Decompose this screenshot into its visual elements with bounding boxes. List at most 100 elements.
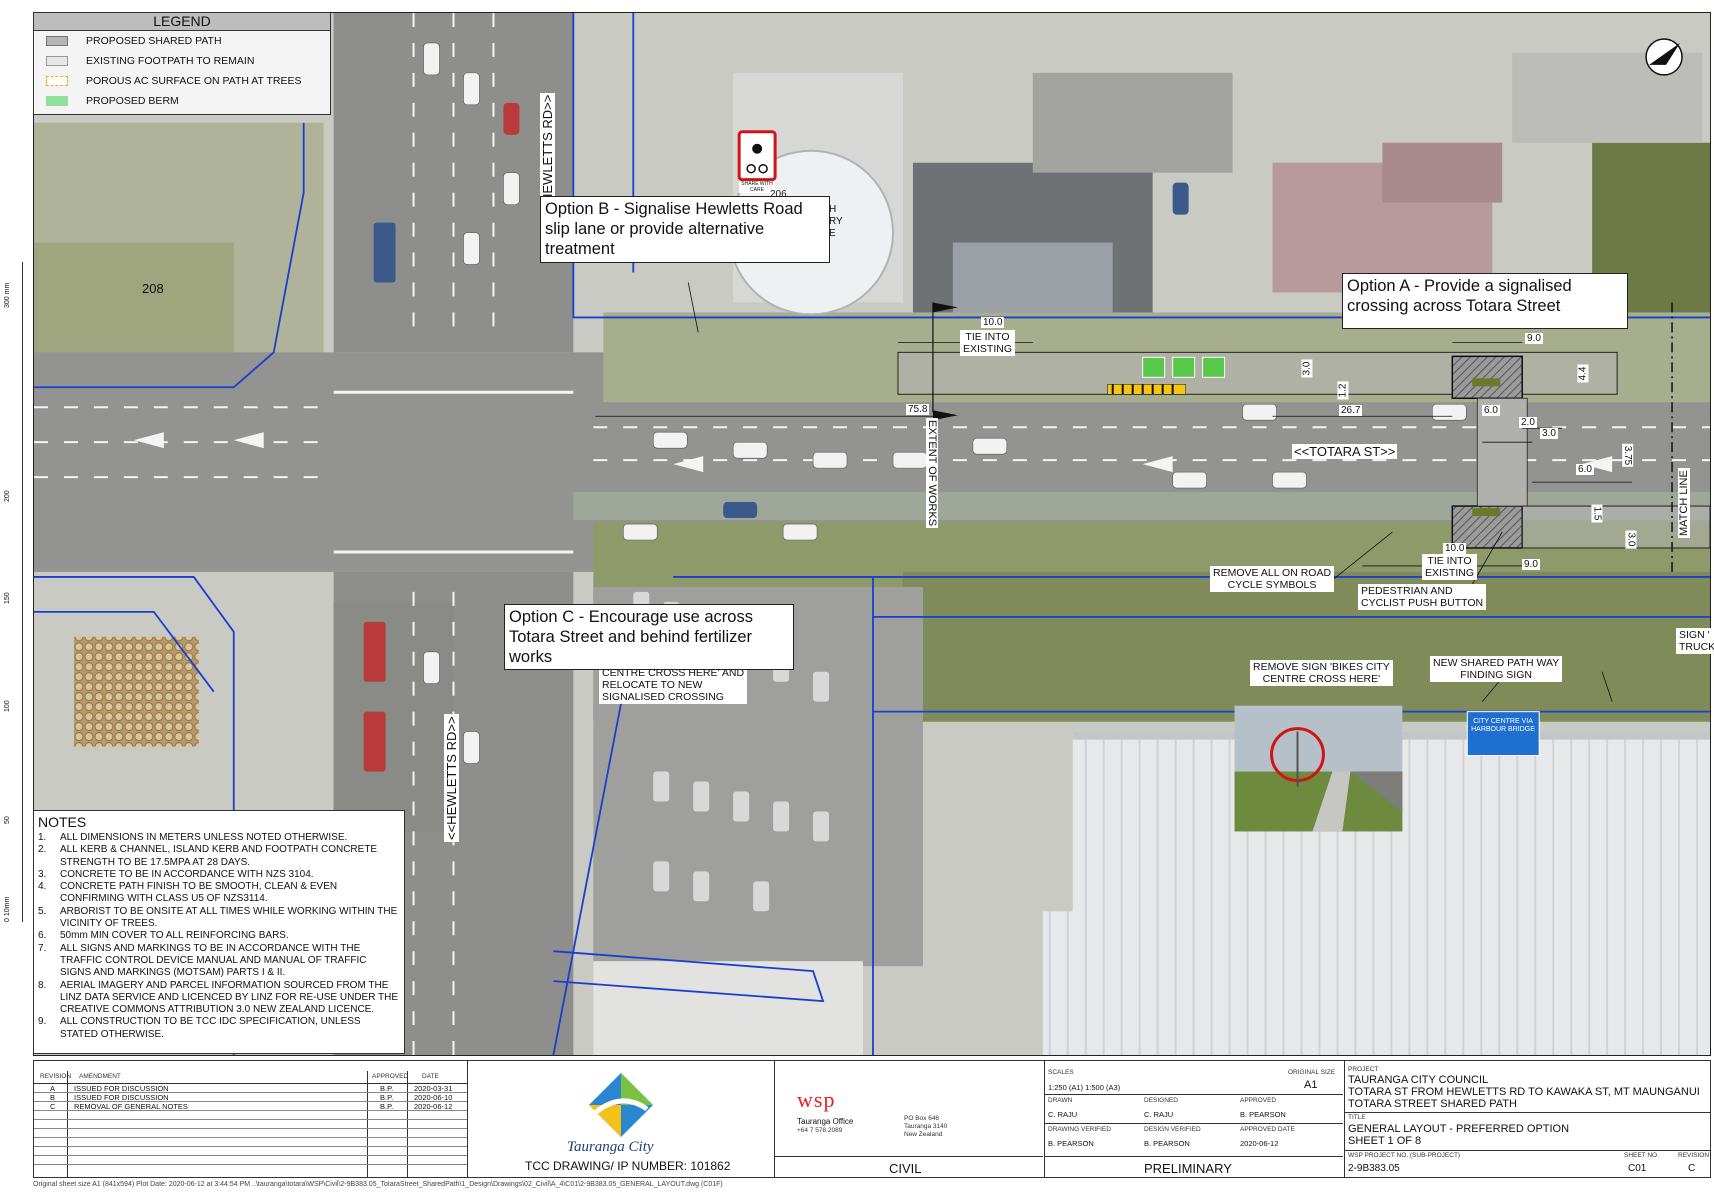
dim-3-0-crossing: 3.0 [1540, 428, 1558, 439]
fertilizer-works-roof-2 [1042, 911, 1710, 1055]
dim-6-0-top: 6.0 [1482, 405, 1500, 416]
wsp-logo: wsp [797, 1087, 836, 1112]
scale-tick-label: 50 [4, 816, 11, 824]
rev-code: C [50, 1102, 56, 1111]
client-logo-panel: Tauranga City TCC DRAWING/ IP NUMBER: 10… [467, 1061, 775, 1177]
scale-tick-label: 300 mm [4, 282, 11, 308]
building-south [593, 961, 864, 1055]
plot-footer: Original sheet size A1 (841x594) Plot Da… [33, 1181, 723, 1188]
carpark-north [1032, 72, 1233, 173]
title-block: REVISION AMENDMENT APPROVED DATE A ISSUE… [33, 1060, 1711, 1178]
legend-label: POROUS AC SURFACE ON PATH AT TREES [86, 75, 302, 87]
revision-table: REVISION AMENDMENT APPROVED DATE A ISSUE… [34, 1061, 468, 1177]
rev-date: 2020-03-31 [414, 1084, 453, 1093]
dim-3-75: 3.75 [1622, 443, 1634, 468]
tauranga-logo-mark [589, 1073, 653, 1137]
wayfinding-sign-text: CITY CENTRE VIA HARBOUR BRIDGE [1471, 718, 1535, 733]
drawn-value: C. RAJU [1048, 1110, 1078, 1119]
legend-item: EXISTING FOOTPATH TO REMAIN [34, 51, 330, 71]
original-size-value: A1 [1304, 1079, 1318, 1091]
rev-approved: B.P. [380, 1093, 394, 1102]
crossing-tactile-north [1472, 378, 1501, 387]
status: PRELIMINARY [1144, 1161, 1232, 1176]
scale-tick-label: 100 [4, 700, 11, 712]
tie-into-existing-label-north: TIE INTO EXISTING [960, 330, 1016, 356]
wsp-project-label: WSP PROJECT NO. (SUB-PROJECT) [1348, 1152, 1461, 1159]
sheet-no-label: SHEET NO. [1624, 1152, 1659, 1159]
approved-label: APPROVED [1240, 1097, 1277, 1104]
scales-label: SCALES [1048, 1069, 1074, 1076]
porous-surface [1107, 384, 1186, 395]
rev-code: A [50, 1084, 56, 1093]
dim-26-7: 26.7 [1339, 405, 1363, 416]
legend-title: LEGEND [34, 13, 330, 31]
dim-2-0: 2.0 [1519, 417, 1537, 428]
project-line: TOTARA ST FROM HEWLETTS RD TO KAWAKA ST,… [1348, 1086, 1700, 1098]
note-item: 6. 50mm MIN COVER TO ALL REINFORCING BARS… [38, 930, 289, 942]
approved-value: B. PEARSON [1240, 1110, 1286, 1119]
match-line-label: MATCH LINE [1678, 468, 1690, 538]
note-item: 2. ALL KERB & CHANNEL, ISLAND KERB AND FO… [38, 844, 378, 868]
note-item: 9. ALL CONSTRUCTION TO BE TCC IDC SPECIFI… [38, 1016, 361, 1040]
legend-label: PROPOSED SHARED PATH [86, 35, 222, 47]
legend-swatch-existing-footpath [46, 56, 68, 66]
scale-tick-label: 0 10mm [4, 896, 11, 922]
option-a-callout: Option A - Provide a signalised crossing… [1342, 273, 1628, 329]
legend-swatch-porous-surface [46, 76, 68, 86]
building-north-2 [952, 242, 1113, 313]
original-size-label: ORIGINAL SIZE [1288, 1069, 1336, 1076]
relocate-sign-note: CENTRE CROSS HERE' AND RELOCATE TO NEW S… [599, 666, 748, 704]
designed-value: C. RAJU [1144, 1110, 1174, 1119]
dim-75-8: 75.8 [906, 404, 930, 415]
dim-3-0-path: 3.0 [1301, 359, 1313, 378]
note-item: 4. CONCRETE PATH FINISH TO BE SMOOTH, CLE… [38, 881, 338, 905]
rev-header: APPROVED [372, 1073, 409, 1080]
rev-date: 2020-06-10 [414, 1093, 453, 1102]
legend-item: POROUS AC SURFACE ON PATH AT TREES [34, 71, 330, 91]
dim-10-0-top: 10.0 [981, 317, 1005, 328]
legend-label: PROPOSED BERM [86, 95, 179, 107]
consultant-panel: wsp Tauranga Office +64 7 578 2089 PO Bo… [774, 1061, 1045, 1177]
crossing-pad-north [1451, 355, 1523, 400]
wsp-address: PO Box 646 Tauranga 3140 New Zealand [904, 1115, 948, 1138]
rev-approved: B.P. [380, 1084, 394, 1093]
rev-amendment: ISSUED FOR DISCUSSION [74, 1084, 169, 1093]
rev-header: AMENDMENT [79, 1073, 121, 1080]
notes-panel: NOTES 1. ALL DIMENSIONS IN METERS UNLESS … [33, 810, 405, 1054]
truck-sign-note: SIGN ' TRUCK [1676, 628, 1714, 654]
tcc-drawing-number: TCC DRAWING/ IP NUMBER: 101862 [525, 1159, 731, 1173]
scales-value: 1:250 (A1) 1:500 (A3) [1048, 1083, 1121, 1092]
rev-code: B [50, 1093, 56, 1102]
dim-10-0-bottom: 10.0 [1443, 543, 1467, 554]
trucks-area [333, 601, 454, 832]
drawing-title: GENERAL LAYOUT - PREFERRED OPTION [1348, 1123, 1570, 1135]
discipline: CIVIL [889, 1161, 922, 1176]
project-line: TAURANGA CITY COUNCIL [1348, 1074, 1489, 1086]
rev-header: DATE [422, 1073, 439, 1080]
extent-of-works-label: EXTENT OF WORKS [926, 418, 938, 529]
berm-south-2 [902, 571, 1710, 722]
revision-value: C [1688, 1163, 1696, 1174]
share-with-care-sign [737, 130, 777, 182]
dim-1-5: 1.5 [1591, 504, 1603, 523]
note-item: 7. ALL SIGNS AND MARKINGS TO BE IN ACCORD… [38, 942, 367, 979]
legend-label: EXISTING FOOTPATH TO REMAIN [86, 55, 255, 67]
legend-item: PROPOSED BERM [34, 91, 330, 111]
legend-swatch-shared-path [46, 36, 68, 46]
title-label: TITLE [1348, 1114, 1366, 1121]
hewletts-road-north [333, 13, 574, 353]
dim-6-0-bottom: 6.0 [1576, 464, 1594, 475]
design-verified-value: B. PEARSON [1144, 1139, 1190, 1148]
crossing-tactile-south [1472, 508, 1501, 517]
drawn-label: DRAWN [1048, 1097, 1073, 1104]
revision-label: REVISION [1678, 1152, 1710, 1159]
approved-date-label: APPROVED DATE [1240, 1126, 1295, 1133]
rev-amendment: ISSUED FOR DISCUSSION [74, 1093, 169, 1102]
dim-9-0-top: 9.0 [1525, 333, 1543, 344]
wsp-project-number: 2-9B383.05 [1348, 1163, 1400, 1174]
wsp-phone: +64 7 578 2089 [797, 1127, 843, 1134]
drawing-verified-value: B. PEARSON [1048, 1139, 1094, 1148]
option-c-callout: Option C - Encourage use across Totara S… [504, 604, 794, 670]
legend: LEGEND PROPOSED SHARED PATH EXISTING FOO… [33, 12, 331, 115]
grass-nw-2 [34, 242, 234, 363]
